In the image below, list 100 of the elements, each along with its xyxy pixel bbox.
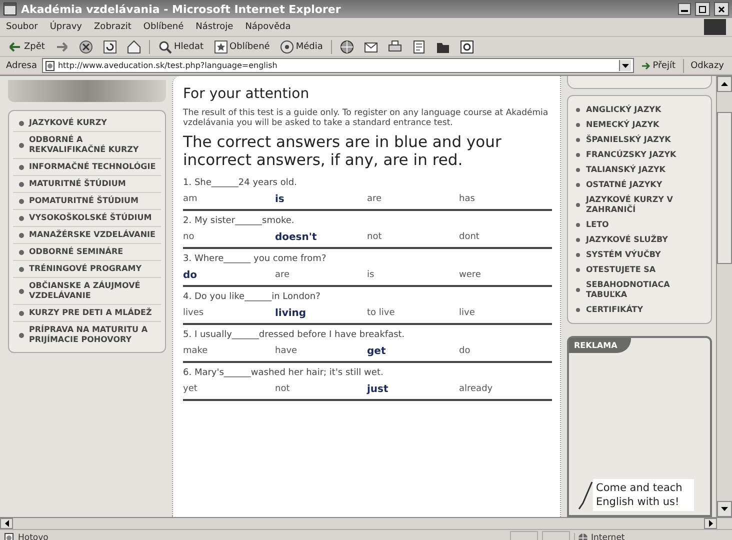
scrollbar-thumb[interactable] [717,112,732,264]
menu-item[interactable]: Zobrazit [94,22,132,32]
messenger-button[interactable] [458,40,476,54]
answer-option: no [183,232,275,243]
nav-link[interactable]: JAZYKOVÉ SLUŽBY [586,234,668,244]
nav-link[interactable]: TALIANSKÝ JAZYK [586,164,666,174]
left-arrow-icon [4,520,8,527]
menu-item[interactable]: Oblíbené [143,22,184,32]
notice-text: The result of this test is a guide only. To register on any language course at Akadémia vzdelávania you will be asked to take a standard entrance test. [183,108,550,128]
nav-link[interactable]: FRANCÚZSKY JAZYK [586,150,676,160]
scroll-right-button[interactable] [704,518,717,529]
bullet-icon [576,122,580,126]
scroll-down-button[interactable] [717,501,732,517]
minimize-button[interactable] [678,3,691,15]
scroll-left-button[interactable] [0,518,13,529]
refresh-icon [102,40,117,54]
address-field[interactable]: http://www.aveducation.sk/test.php?language=english [42,58,634,73]
question-text: 5. I usually______dressed before I have breakfast. [183,329,406,342]
app-icon [3,2,17,16]
star-icon [214,40,228,54]
bullet-icon [576,268,580,272]
nav-link[interactable]: OTESTUJETE SA [586,264,656,274]
home-button[interactable] [124,40,143,54]
correct-answer: living [275,308,308,319]
nav-link[interactable]: SYSTÉM VÝUČBY [586,250,661,260]
nav-link[interactable]: INFORMAČNÉ TECHNOLÓGIE [29,162,156,172]
dropdown-arrow-icon [622,64,629,68]
nav-link[interactable]: POMATURITNÉ ŠTÚDIUM [29,196,138,206]
bullet-icon [19,232,24,238]
correct-answer: do [183,270,198,281]
answer-option: not [275,384,367,395]
search-button[interactable]: Hledat [156,40,206,54]
refresh-button[interactable] [100,40,119,54]
bullet-icon [19,142,24,148]
media-button[interactable]: Média [278,40,325,54]
bullet-icon [19,182,24,186]
nav-link[interactable]: OSTATNÉ JAZYKY [586,180,662,190]
advert-label: REKLAMA [569,338,632,353]
media-icon [280,40,294,54]
stop-button[interactable] [76,40,95,54]
close-button[interactable] [714,2,729,16]
minimize-icon [681,10,688,12]
down-arrow-icon [721,507,728,511]
nav-link[interactable]: OBČIANSKE A ZÁUJMOVÉ VZDELÁVANIE [29,281,161,301]
bullet-icon [576,108,580,112]
bullet-icon [576,152,580,156]
nav-link[interactable]: CERTIFIKÁTY [586,304,644,314]
nav-link[interactable]: KURZY PRE DETI A MLÁDEŽ [29,308,152,318]
nav-link[interactable]: MATURITNÉ ŠTÚDIUM [29,179,126,189]
bullet-icon [576,202,580,206]
nav-link[interactable]: MANAŽÉRSKE VZDELÁVANIE [29,230,156,240]
nav-link[interactable]: SEBAHODNOTIACA TABUĽKA [586,280,707,300]
bullet-icon [19,332,24,338]
nav-link[interactable]: ŠPANIELSKÝ JAZYK [586,134,671,144]
up-arrow-icon [721,82,728,86]
nav-link[interactable]: JAZYKOVÉ KURZY [29,118,107,128]
nav-link[interactable]: LETO [586,220,609,230]
question-text: 2. My sister______smoke. [183,215,296,228]
go-button[interactable]: Přejít [638,60,678,70]
bullet-icon [576,182,580,186]
document-icon [412,40,426,54]
nav-link[interactable]: VYSOKOŠKOLSKÉ ŠTÚDIUM [29,213,152,223]
bullet-icon [576,168,580,172]
page-icon [4,533,14,540]
nav-link[interactable]: TRÉNINGOVÉ PROGRAMY [29,264,142,274]
links-button[interactable]: Odkazy [688,60,726,70]
window-title: Akadémia vzdelávania - Microsoft Internet Explorer [21,2,342,16]
answer-option: not [367,232,459,243]
menu-item[interactable]: Soubor [6,22,38,32]
menu-item[interactable]: Nástroje [196,22,234,32]
globe-icon [340,40,354,54]
printer-button[interactable] [386,40,404,54]
bullet-icon [576,138,580,142]
globe-button[interactable] [338,40,356,54]
answer-option: have [275,346,367,357]
nav-link[interactable]: ANGLICKÝ JAZYK [586,104,662,114]
question-text: 3. Where______ you come from? [183,253,328,266]
nav-link[interactable]: PRÍPRAVA NA MATURITU A PRIJÍMACIE POHOVORY [29,325,161,345]
messenger-icon [460,40,474,54]
menu-item[interactable]: Úpravy [50,22,82,32]
maximize-button[interactable] [695,2,710,16]
address-label: Adresa [6,60,37,70]
mail-button[interactable] [362,40,380,54]
forward-arrow-icon [54,40,69,54]
star-button[interactable]: Oblíbené [212,40,272,54]
scroll-up-button[interactable] [717,76,732,92]
menu-item[interactable]: Nápověda [245,22,291,32]
maximize-icon [698,4,707,14]
nav-link[interactable]: ODBORNÉ A REKVALIFIKAČNÉ KURZY [29,135,161,155]
advert-text: Come and teach English with us! [593,479,694,511]
section-heading: For your attention [183,86,310,102]
answer-option: lives [183,308,275,319]
mail-icon [364,40,378,54]
nav-link[interactable]: JAZYKOVÉ KURZY V ZAHRANIČÍ [586,194,707,214]
bullet-icon [19,288,24,294]
back-arrow-button[interactable]: Zpět [6,40,47,54]
answer-option: already [459,384,552,395]
nav-link[interactable]: NEMECKÝ JAZYK [586,120,660,130]
nav-link[interactable]: ODBORNÉ SEMINÁRE [29,247,124,257]
close-icon [717,4,726,14]
